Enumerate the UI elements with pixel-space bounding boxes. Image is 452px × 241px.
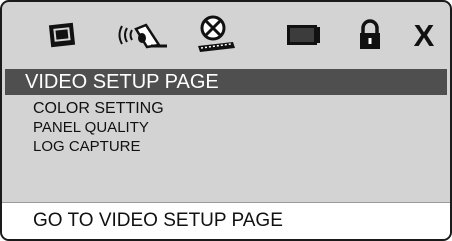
page-title: VIDEO SETUP PAGE bbox=[5, 69, 447, 95]
setup-icon-bar: X bbox=[2, 2, 450, 68]
video-reel-icon bbox=[198, 15, 235, 52]
tv-screen-icon bbox=[287, 25, 320, 45]
tv-setup-tab[interactable] bbox=[282, 2, 324, 68]
audio-speaker-icon bbox=[118, 23, 167, 49]
password-setup-tab[interactable] bbox=[352, 2, 388, 68]
general-setup-icon bbox=[48, 22, 76, 48]
general-setup-tab[interactable] bbox=[40, 2, 86, 68]
lock-icon bbox=[360, 19, 380, 49]
audio-setup-tab[interactable] bbox=[112, 2, 174, 68]
status-bar: GO TO VIDEO SETUP PAGE bbox=[2, 202, 450, 239]
video-setup-tab[interactable] bbox=[192, 2, 240, 68]
menu-item-log-capture[interactable]: LOG CAPTURE bbox=[33, 137, 164, 156]
menu-item-panel-quality[interactable]: PANEL QUALITY bbox=[33, 118, 164, 137]
exit-setup-tab[interactable]: X bbox=[406, 2, 442, 68]
menu-item-color-setting[interactable]: COLOR SETTING bbox=[33, 99, 164, 118]
video-setup-screen: X VIDEO SETUP PAGE COLOR SETTING PANEL Q… bbox=[0, 0, 452, 241]
close-icon: X bbox=[413, 17, 435, 53]
video-setup-menu: COLOR SETTING PANEL QUALITY LOG CAPTURE bbox=[33, 99, 164, 156]
